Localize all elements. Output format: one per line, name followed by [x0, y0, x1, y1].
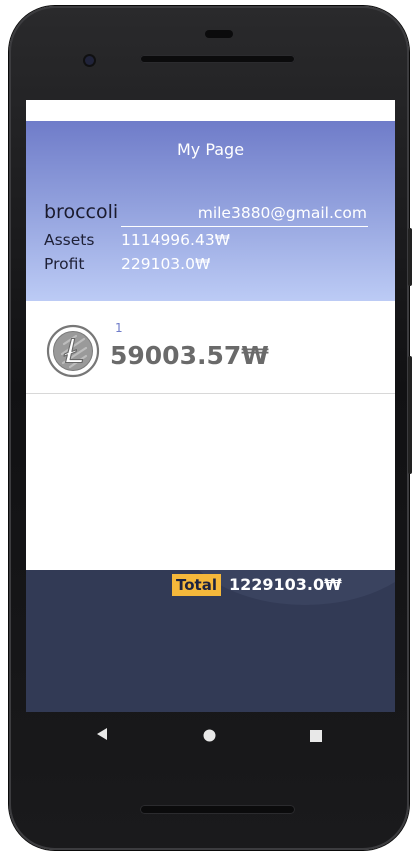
- home-icon[interactable]: [203, 727, 216, 746]
- earpiece-speaker: [140, 55, 295, 63]
- profit-label: Profit: [44, 255, 85, 273]
- assets-label: Assets: [44, 231, 95, 249]
- volume-button: [408, 356, 412, 474]
- bottom-speaker: [140, 805, 295, 814]
- system-navigation-bar: [26, 712, 395, 756]
- app-screen: My Page broccoli mile3880@gmail.com Asse…: [26, 100, 395, 712]
- power-button: [408, 228, 412, 286]
- sensor-slot: [205, 30, 233, 38]
- back-icon[interactable]: [95, 726, 109, 745]
- total-label-badge: Total: [172, 574, 221, 596]
- recents-icon[interactable]: [310, 727, 322, 746]
- total-value: 1229103.0₩: [229, 575, 342, 594]
- profile-header: My Page broccoli mile3880@gmail.com Asse…: [26, 121, 395, 301]
- divider: [121, 226, 368, 227]
- email-address: mile3880@gmail.com: [197, 204, 367, 222]
- coin-value: 59003.57₩: [110, 341, 269, 370]
- front-camera: [85, 56, 94, 65]
- coin-count: 1: [115, 321, 123, 335]
- status-bar: [26, 100, 395, 121]
- page-title: My Page: [176, 140, 245, 159]
- list-item[interactable]: 1 59003.57₩: [26, 301, 395, 394]
- profit-value: 229103.0₩: [121, 255, 211, 273]
- litecoin-icon: [46, 324, 100, 378]
- assets-value: 1114996.43₩: [121, 231, 231, 249]
- username: broccoli: [44, 201, 119, 223]
- summary-footer: Total 1229103.0₩: [26, 570, 395, 712]
